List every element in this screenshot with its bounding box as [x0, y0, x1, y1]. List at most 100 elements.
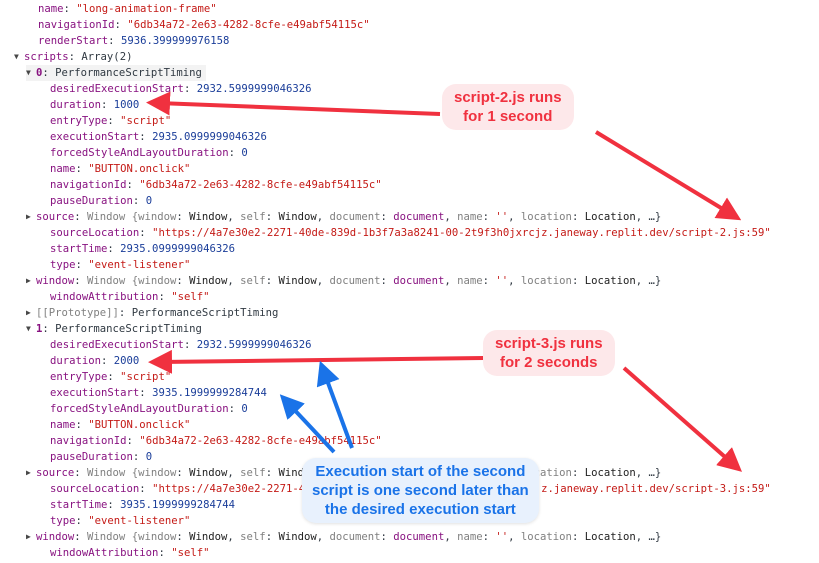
expand-triangle-down-icon[interactable]: ▼ [26, 65, 36, 81]
colon-separator: : [101, 99, 114, 111]
property-row-scripts[interactable]: ▼ scripts: Array(2) [14, 49, 132, 65]
property-row-duration: duration: 1000 [50, 97, 139, 113]
property-row-window[interactable]: ▶ window: Window {window: Window, self: W… [26, 529, 661, 545]
value-fragment: '' [495, 531, 509, 543]
value-fragment: , [227, 467, 241, 479]
property-value: "self" [171, 547, 210, 559]
value-fragment: : [265, 467, 279, 479]
colon-separator: : [126, 179, 140, 191]
value-fragment: : [482, 275, 496, 287]
property-key: startTime [50, 499, 108, 511]
value-fragment: Window { [87, 467, 139, 479]
arrow-to-duration-2000 [148, 349, 485, 374]
value-fragment: window [138, 467, 177, 479]
value-fragment: document [393, 275, 445, 287]
expand-triangle-right-icon[interactable]: ▶ [26, 529, 36, 545]
value-fragment: '' [495, 211, 509, 223]
value-fragment: location [520, 211, 572, 223]
property-key: sourceLocation [50, 483, 140, 495]
property-key: navigationId [50, 435, 127, 447]
value-fragment: , [316, 211, 330, 223]
colon-separator: : [63, 3, 77, 15]
value-fragment: , [227, 531, 241, 543]
value-fragment: , [508, 211, 521, 223]
property-key: pauseDuration [50, 451, 133, 463]
property-row-window[interactable]: ▶ window: Window {window: Window, self: W… [26, 273, 661, 289]
property-row-renderstart: renderStart: 5936.399999976158 [38, 33, 229, 49]
expand-triangle-right-icon[interactable]: ▶ [26, 305, 36, 321]
annotation-script-2: script-2.js runs for 1 second [442, 84, 574, 130]
expand-triangle-down-icon[interactable]: ▼ [14, 49, 24, 65]
colon-separator: : [68, 51, 82, 63]
annotation-execution-line2: script is one second later than [312, 482, 529, 499]
property-key: entryType [50, 115, 108, 127]
colon-separator: : [139, 387, 153, 399]
property-value: PerformanceScriptTiming [55, 323, 202, 335]
property-key: type [50, 259, 76, 271]
colon-separator: : [158, 547, 172, 559]
value-fragment: : [380, 211, 394, 223]
property-key: duration [50, 99, 102, 111]
colon-separator: : [74, 211, 88, 223]
property-value: 2932.5999999046326 [196, 83, 312, 95]
annotation-script-3: script-3.js runs for 2 seconds [483, 330, 615, 376]
value-fragment: , [444, 211, 458, 223]
property-value: Array(2) [81, 51, 133, 63]
colon-separator: : [183, 83, 197, 95]
property-key: navigationId [50, 179, 127, 191]
value-fragment: self [240, 275, 266, 287]
value-fragment: Window [189, 531, 228, 543]
property-key: forcedStyleAndLayoutDuration [50, 147, 229, 159]
expand-triangle-down-icon[interactable]: ▼ [26, 321, 36, 337]
expand-triangle-right-icon[interactable]: ▶ [26, 465, 36, 481]
value-fragment: , [444, 275, 458, 287]
property-key: source [36, 211, 75, 223]
property-key: window [36, 275, 75, 287]
property-key: renderStart [38, 35, 109, 47]
colon-separator: : [132, 195, 146, 207]
property-value: "https://4a7e30e2-2271-40de-839d-1b3f7a3… [152, 227, 771, 239]
colon-separator: : [158, 291, 172, 303]
property-key: name [50, 419, 76, 431]
value-fragment: name [457, 211, 483, 223]
property-key: scripts [24, 51, 69, 63]
property-key: executionStart [50, 387, 140, 399]
property-row-source[interactable]: ▶ source: Window {window: Window, self: W… [26, 209, 661, 225]
property-key: name [50, 163, 76, 175]
value-fragment: name [457, 275, 483, 287]
property-value: Window {window: Window, self: Window, do… [87, 275, 661, 287]
value-fragment: self [240, 531, 266, 543]
property-value: "6db34a72-2e63-4282-8cfe-e49abf54115c" [139, 435, 382, 447]
property-value: 1000 [113, 99, 140, 111]
property-key: windowAttribution [50, 291, 159, 303]
property-key: duration [50, 355, 102, 367]
property-row-1[interactable]: ▼ 1: PerformanceScriptTiming [26, 321, 202, 337]
property-row-0[interactable]: ▼ 0: PerformanceScriptTiming [26, 65, 206, 81]
property-row-navigationid: navigationId: "6db34a72-2e63-4282-8cfe-e… [50, 433, 382, 449]
colon-separator: : [126, 435, 140, 447]
expand-triangle-right-icon[interactable]: ▶ [26, 209, 36, 225]
expand-triangle-right-icon[interactable]: ▶ [26, 273, 36, 289]
colon-separator: : [114, 19, 128, 31]
value-fragment: : [176, 211, 190, 223]
property-row-forcedstyleandlayoutduration: forcedStyleAndLayoutDuration: 0 [50, 401, 248, 417]
value-fragment: Window [189, 467, 228, 479]
colon-separator: : [75, 259, 89, 271]
property-value: "script" [120, 371, 172, 383]
value-fragment: : [571, 211, 585, 223]
property-value: "self" [171, 291, 210, 303]
annotation-execution-line3: the desired execution start [324, 501, 516, 518]
value-fragment: name [457, 531, 483, 543]
colon-separator: : [107, 499, 121, 511]
property-row-type: type: "event-listener" [50, 513, 190, 529]
annotation-script-2-line1: script-2.js runs [454, 89, 562, 106]
property-row-prototype[interactable]: ▶ [[Prototype]]: PerformanceScriptTiming [26, 305, 278, 321]
value-fragment: Location [584, 211, 636, 223]
property-row-sourcelocation: sourceLocation: "https://4a7e30e2-2271-4… [50, 225, 771, 241]
value-fragment: : [176, 531, 190, 543]
value-fragment: Window { [87, 531, 139, 543]
property-key: executionStart [50, 131, 140, 143]
value-fragment: Window [278, 211, 317, 223]
value-fragment: , [316, 275, 330, 287]
property-value: 0 [145, 451, 153, 463]
